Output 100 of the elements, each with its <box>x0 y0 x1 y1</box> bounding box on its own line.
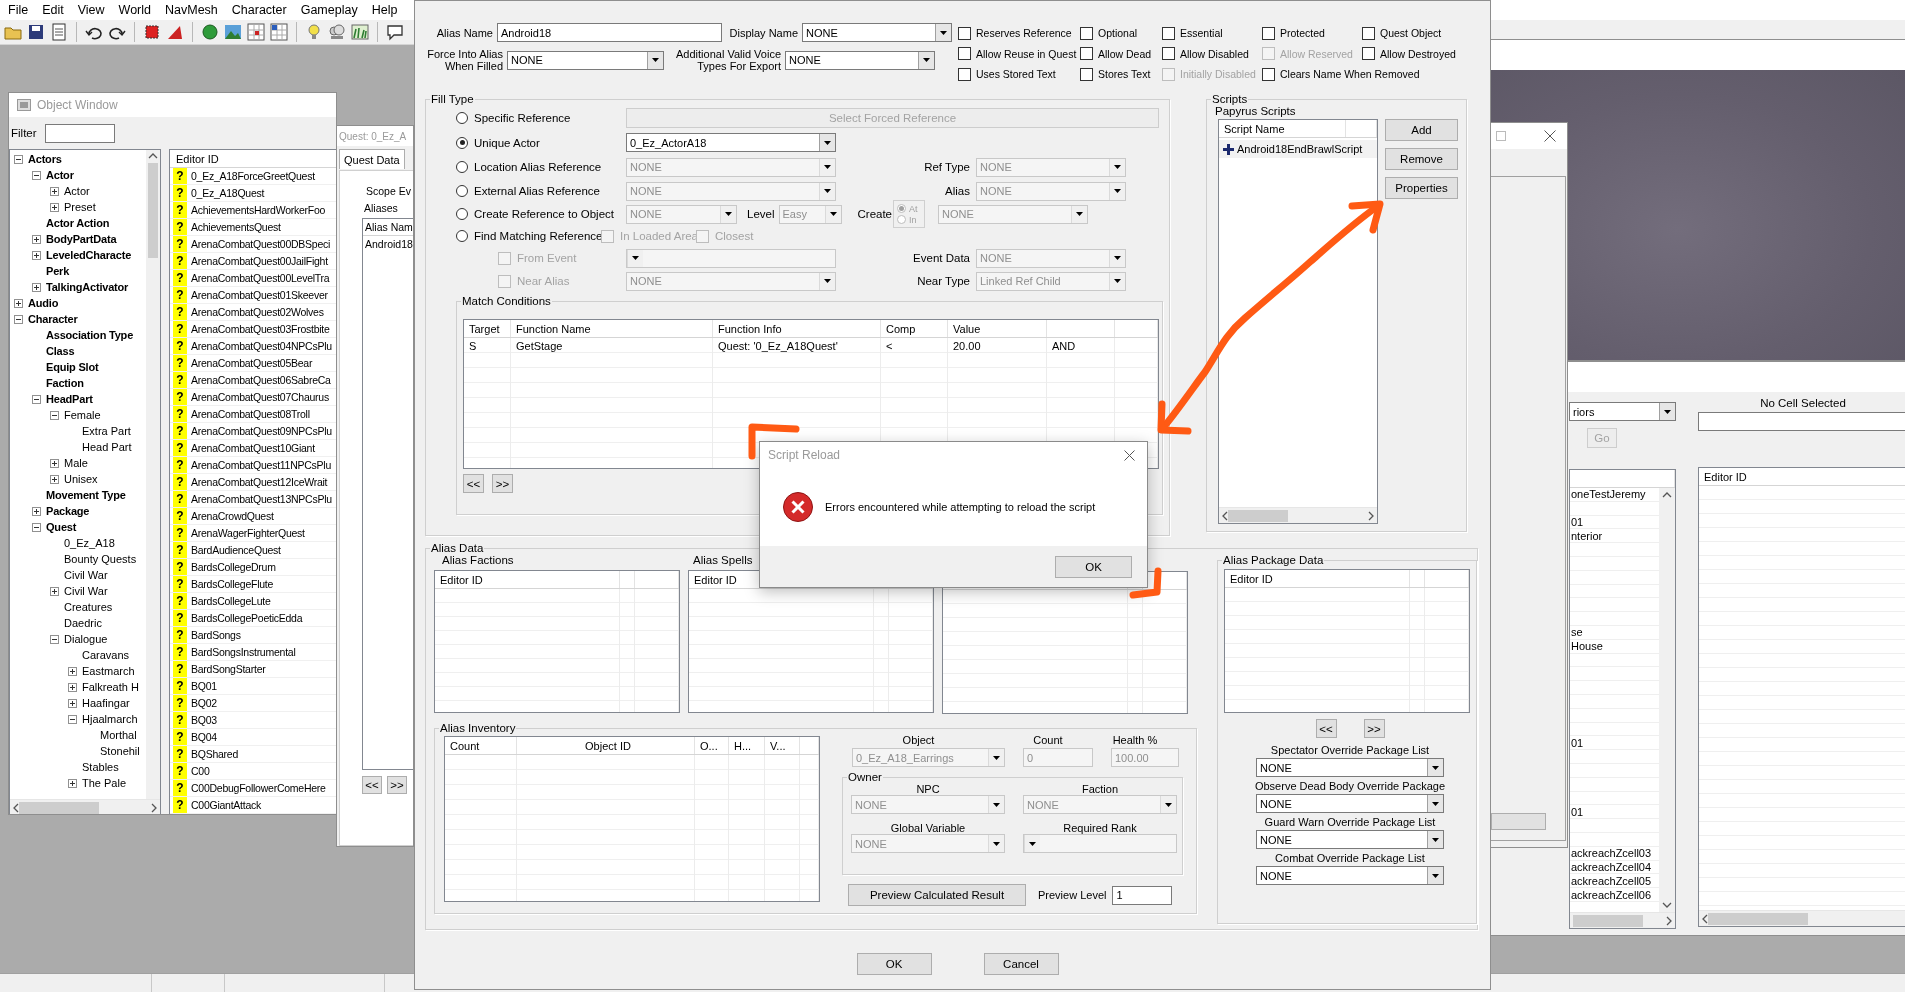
list-item[interactable]: BardSongStarter <box>191 663 266 675</box>
list-item[interactable]: ArenaCombatQuest10Giant <box>191 442 315 454</box>
tree-item[interactable]: Eastmarch <box>82 665 135 677</box>
list-item[interactable]: BardsCollegeDrum <box>191 561 276 573</box>
list-item[interactable]: BardSongsInstrumental <box>191 646 296 658</box>
list-item[interactable]: ArenaCombatQuest07Chaurus <box>191 391 329 403</box>
plus-box-icon[interactable] <box>68 682 77 692</box>
tree-item[interactable]: Audio <box>28 297 59 309</box>
list-item[interactable]: ArenaCombatQuest05Bear <box>191 357 313 369</box>
list-item[interactable]: nterior <box>1571 529 1603 542</box>
list-item[interactable]: BQShared <box>191 748 239 760</box>
dialog-button[interactable]: OK <box>856 953 932 975</box>
minus-box-icon[interactable] <box>50 410 59 420</box>
save-icon[interactable] <box>26 22 46 42</box>
minus-box-icon[interactable] <box>32 394 41 404</box>
menu-item[interactable]: Help <box>364 3 405 17</box>
list-item[interactable]: 01 <box>1571 736 1584 749</box>
list-item[interactable]: BardSongs <box>191 629 241 641</box>
plus-box-icon[interactable] <box>50 586 59 596</box>
checkbox[interactable] <box>1162 26 1175 40</box>
list-item[interactable]: ArenaCrowdQuest <box>191 510 274 522</box>
checkbox[interactable] <box>1162 47 1175 61</box>
dropdown[interactable]: NONE <box>785 50 935 70</box>
menu-item[interactable]: Edit <box>35 3 71 17</box>
checkbox[interactable] <box>1362 47 1375 61</box>
input-field[interactable]: 1 <box>1112 885 1173 905</box>
dropdown[interactable]: NONE <box>1256 830 1444 849</box>
tree-item[interactable]: Hjaalmarch <box>82 713 138 725</box>
list-item[interactable]: ArenaCombatQuest11NPCsPlu <box>191 459 332 471</box>
list-item[interactable]: ackreachZcell03 <box>1571 847 1652 860</box>
list-item[interactable]: ackreachZcell06 <box>1571 888 1652 901</box>
nav-button[interactable]: << <box>1315 719 1337 738</box>
speech-bubble-icon[interactable] <box>385 22 405 42</box>
chevron-right-icon[interactable] <box>1666 915 1672 926</box>
list-item[interactable]: ackreachZcell04 <box>1571 860 1652 873</box>
tree-item[interactable]: Package <box>46 505 90 517</box>
nav-button[interactable]: >> <box>387 776 407 794</box>
radio-button[interactable] <box>456 136 468 149</box>
tree-item[interactable]: Bounty Quests <box>64 553 137 565</box>
nav-button[interactable]: << <box>362 776 382 794</box>
menu-item[interactable]: View <box>70 3 112 17</box>
plus-box-icon[interactable] <box>32 234 41 244</box>
list-item[interactable]: ArenaCombatQuest02Wolves <box>191 306 324 318</box>
plus-box-icon[interactable] <box>68 698 77 708</box>
tree-item[interactable]: Equip Slot <box>46 361 99 373</box>
tree-item[interactable]: Actor Action <box>46 217 110 229</box>
tree-item[interactable]: Male <box>64 457 88 469</box>
tree-item[interactable]: Unisex <box>64 473 98 485</box>
list-item[interactable]: C00GiantAttack <box>191 799 262 811</box>
plus-box-icon[interactable] <box>68 666 77 676</box>
tree-item[interactable]: Class <box>46 345 75 357</box>
tree-item[interactable]: TalkingActivator <box>46 281 129 293</box>
list-item[interactable]: BQ02 <box>191 697 217 709</box>
list-item[interactable]: ArenaCombatQuest13NPCsPlu <box>191 493 332 505</box>
input-field[interactable]: Android18 <box>497 23 722 42</box>
tree-item[interactable]: Stables <box>82 761 119 773</box>
grass-icon[interactable] <box>350 22 370 42</box>
tree-item[interactable]: Head Part <box>82 441 132 453</box>
list-item[interactable]: AchievementsQuest <box>191 221 281 233</box>
tree-item[interactable]: Civil War <box>64 569 108 581</box>
script-button[interactable]: Add <box>1385 119 1458 141</box>
tree-item[interactable]: Creatures <box>64 601 113 613</box>
dropdown[interactable]: NONE <box>1256 866 1444 885</box>
list-item[interactable]: oneTestJeremy <box>1571 488 1646 501</box>
grid-icon[interactable] <box>269 22 289 42</box>
scrollbar[interactable] <box>1659 488 1675 912</box>
plus-box-icon[interactable] <box>32 250 41 260</box>
scrollbar-thumb[interactable] <box>1708 912 1808 925</box>
tree-item[interactable]: Haafingar <box>82 697 130 709</box>
dropdown[interactable]: NONE <box>1256 758 1444 777</box>
tree-item[interactable]: LeveledCharacte <box>46 249 132 261</box>
tree-item[interactable]: Stonehil <box>100 745 140 757</box>
input-field[interactable] <box>1698 412 1905 431</box>
minus-box-icon[interactable] <box>50 634 59 644</box>
plus-box-icon[interactable] <box>68 778 77 788</box>
plus-box-icon[interactable] <box>32 506 41 516</box>
menu-item[interactable]: NavMesh <box>158 3 225 17</box>
cloud-icon[interactable] <box>327 22 347 42</box>
tab[interactable]: Quest Data <box>339 149 405 169</box>
chevron-left-icon[interactable] <box>13 802 19 813</box>
plus-box-icon[interactable] <box>50 474 59 484</box>
minus-box-icon[interactable] <box>32 170 41 180</box>
menu-item[interactable]: Character <box>224 3 294 17</box>
tree-item[interactable]: BodyPartData <box>46 233 117 245</box>
list-item[interactable]: ArenaCombatQuest04NPCsPlu <box>191 340 332 352</box>
tree-item[interactable]: The Pale <box>82 777 127 789</box>
checkbox[interactable] <box>1080 26 1093 40</box>
list-item[interactable]: 0_Ez_A18ForceGreetQuest <box>191 170 315 182</box>
nav-button[interactable]: >> <box>1363 719 1385 738</box>
menu-item[interactable]: World <box>111 3 158 17</box>
chevron-down-icon[interactable] <box>1662 902 1672 908</box>
list-item[interactable]: ackreachZcell05 <box>1571 874 1652 887</box>
tree-item[interactable]: Preset <box>64 201 96 213</box>
tree-item[interactable]: Perk <box>46 265 70 277</box>
tree-item[interactable]: 0_Ez_A18 <box>64 537 115 549</box>
list-item[interactable]: Android18 <box>363 236 413 252</box>
minus-box-icon[interactable] <box>68 714 77 724</box>
list-item[interactable]: C00 <box>191 765 210 777</box>
plus-box-icon[interactable] <box>50 186 59 196</box>
list-item[interactable]: BardsCollegePoeticEdda <box>191 612 303 624</box>
